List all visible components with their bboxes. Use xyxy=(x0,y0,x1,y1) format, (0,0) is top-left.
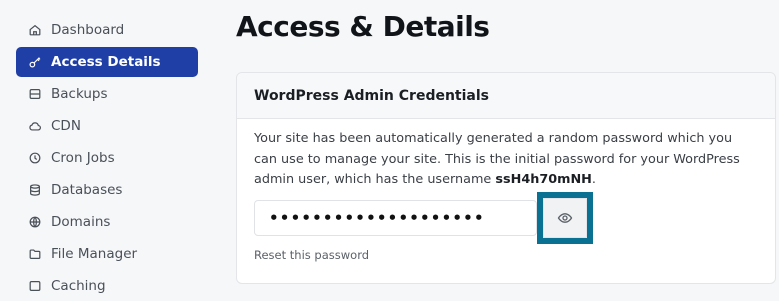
reveal-password-button[interactable] xyxy=(543,198,587,238)
sidebar-item-label: Access Details xyxy=(51,54,161,70)
credentials-card: WordPress Admin Credentials Your site ha… xyxy=(236,72,776,284)
sidebar-item-file-manager[interactable]: File Manager xyxy=(16,239,198,269)
reveal-password-highlight xyxy=(537,192,593,244)
sidebar-item-backups[interactable]: Backups xyxy=(16,79,198,109)
database-icon xyxy=(28,183,42,197)
sidebar-item-label: Backups xyxy=(51,86,108,102)
sidebar-item-caching[interactable]: Caching xyxy=(16,271,198,301)
sidebar-item-dashboard[interactable]: Dashboard xyxy=(16,15,198,45)
folder-icon xyxy=(28,247,42,261)
eye-icon xyxy=(557,210,573,226)
sidebar-item-databases[interactable]: Databases xyxy=(16,175,198,205)
sidebar-item-label: CDN xyxy=(51,118,81,134)
sidebar-item-label: Domains xyxy=(51,214,111,230)
password-field[interactable]: •••••••••••••••••••• xyxy=(254,200,537,236)
backup-icon xyxy=(28,87,42,101)
main-content: Access & Details WordPress Admin Credent… xyxy=(236,0,779,287)
sidebar-item-label: Dashboard xyxy=(51,22,125,38)
reset-password-link[interactable]: Reset this password xyxy=(254,248,369,262)
sidebar-item-label: Databases xyxy=(51,182,123,198)
card-description: Your site has been automatically generat… xyxy=(254,129,754,191)
card-title: WordPress Admin Credentials xyxy=(237,73,775,119)
sidebar-item-domains[interactable]: Domains xyxy=(16,207,198,237)
sidebar: Dashboard Access Details Backups CDN Cro… xyxy=(0,0,210,294)
description-end: . xyxy=(591,172,596,187)
caching-icon xyxy=(28,279,42,293)
cloud-icon xyxy=(28,119,42,133)
page-title: Access & Details xyxy=(236,10,490,43)
sidebar-item-cdn[interactable]: CDN xyxy=(16,111,198,141)
globe-icon xyxy=(28,215,42,229)
sidebar-item-label: Cron Jobs xyxy=(51,150,115,166)
sidebar-item-label: Caching xyxy=(51,278,106,294)
clock-icon xyxy=(28,151,42,165)
username-value: ssH4h70mNH xyxy=(495,172,592,187)
home-icon xyxy=(28,23,42,37)
sidebar-item-cron-jobs[interactable]: Cron Jobs xyxy=(16,143,198,173)
sidebar-item-access-details[interactable]: Access Details xyxy=(16,47,198,77)
key-icon xyxy=(28,55,42,69)
sidebar-item-label: File Manager xyxy=(51,246,138,262)
